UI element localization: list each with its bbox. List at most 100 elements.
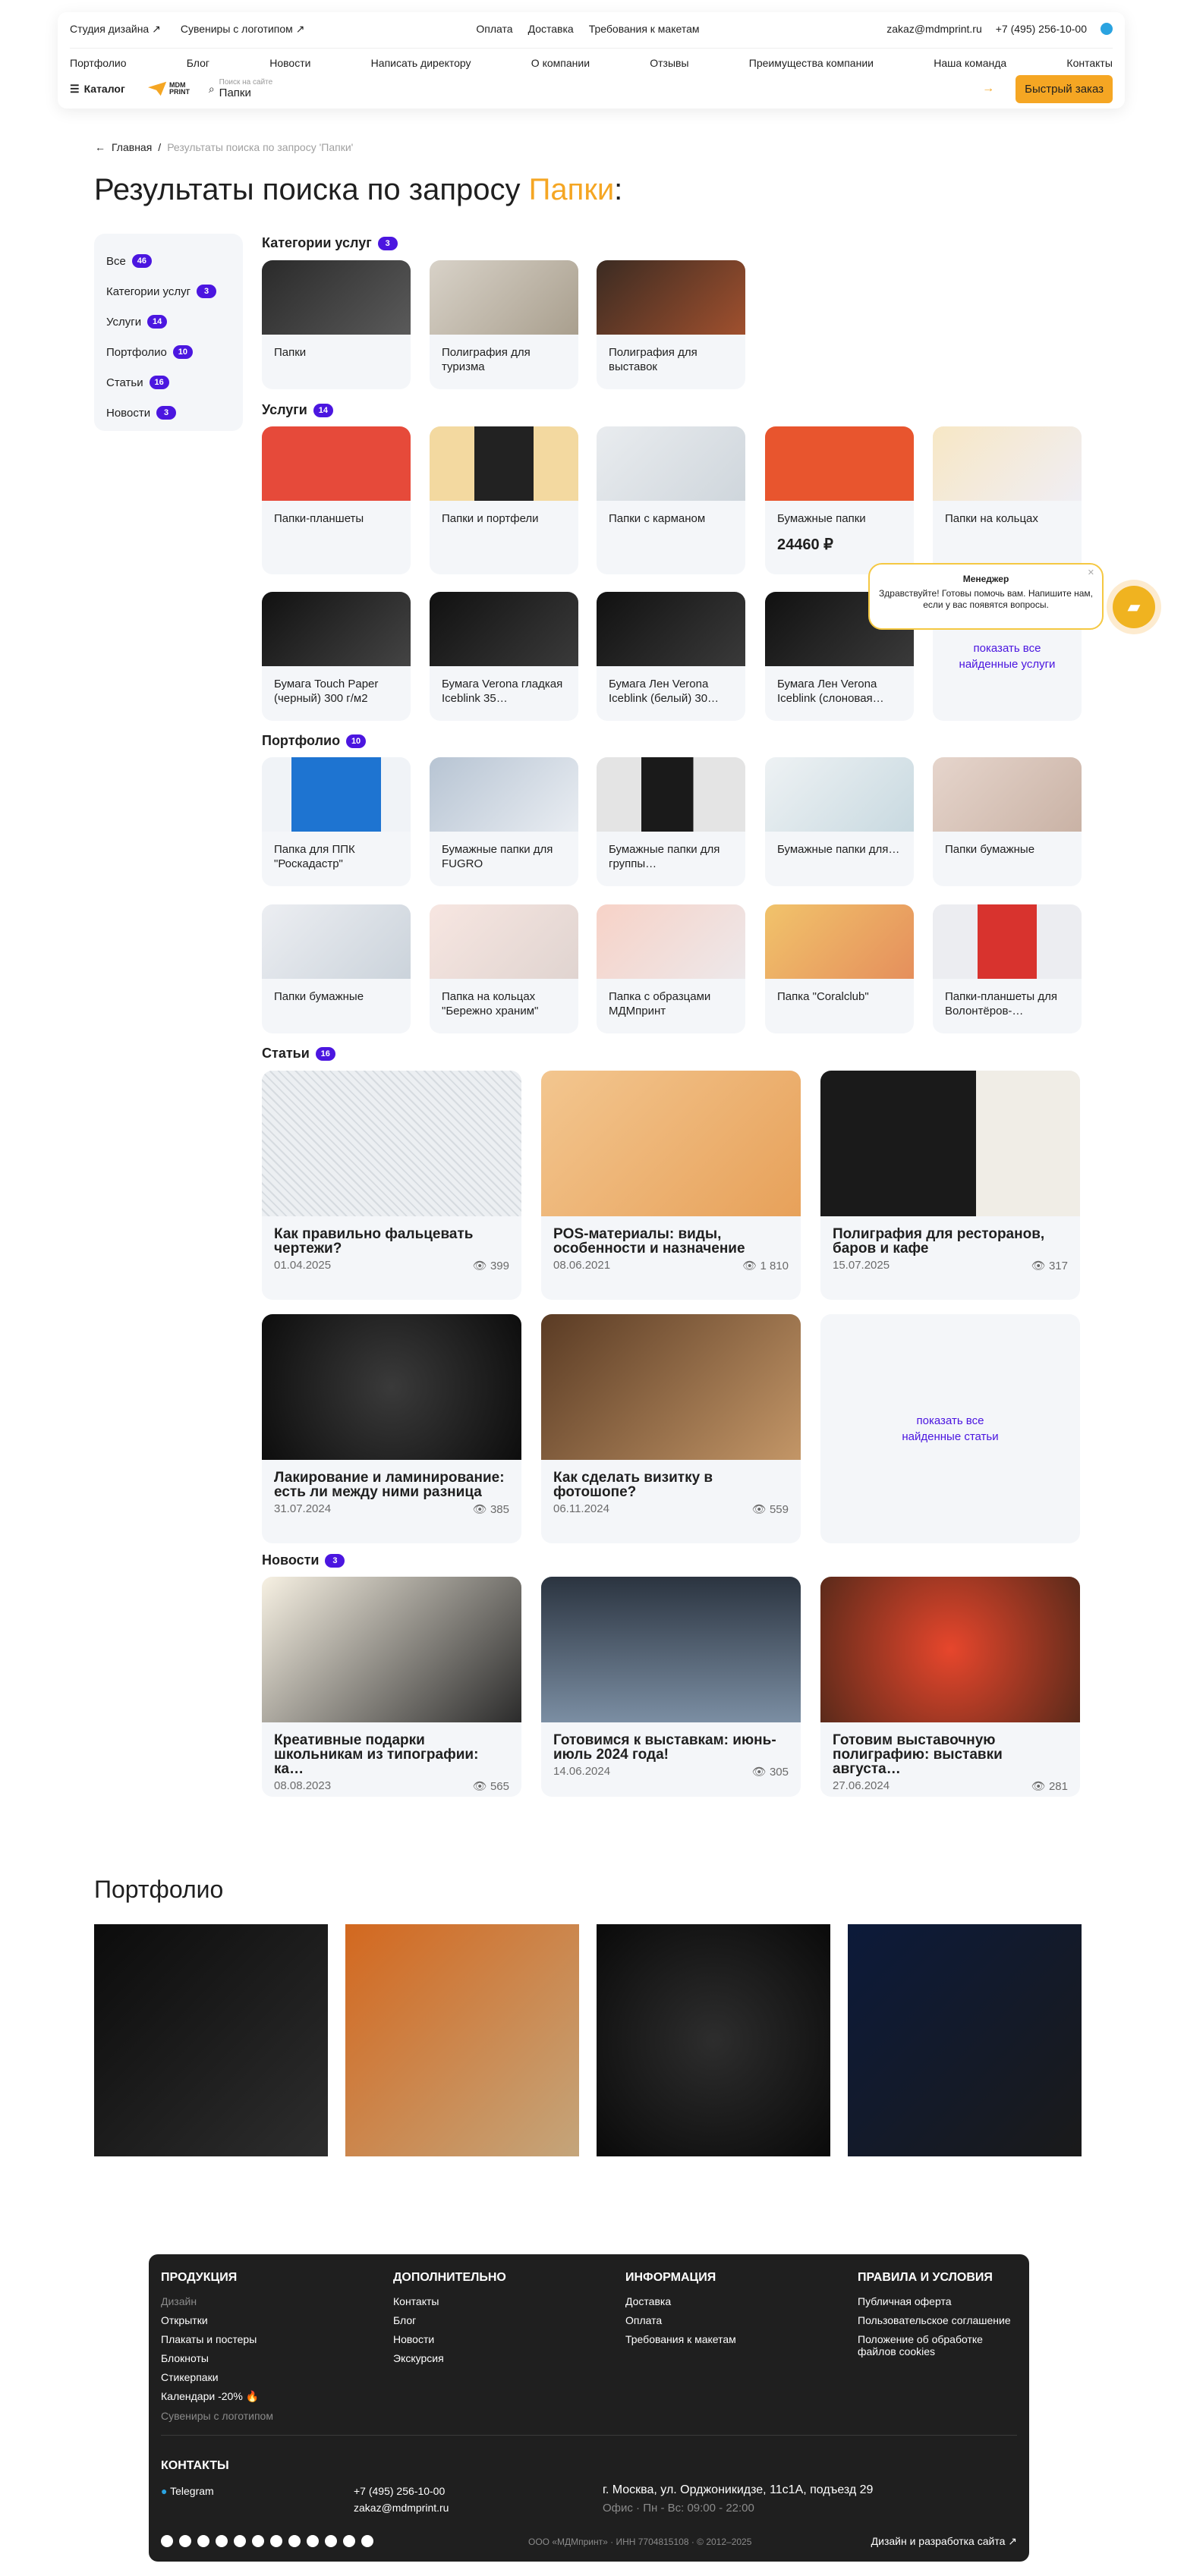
article-card[interactable]: Как сделать визитку в фотошопе? 06.11.202… xyxy=(541,1314,801,1543)
service-card[interactable]: Папки и портфели xyxy=(430,426,578,574)
footer-link[interactable]: Пользовательское соглашение xyxy=(858,2314,1017,2326)
portfolio-card[interactable]: Папки бумажные xyxy=(262,904,411,1033)
telegram-link[interactable]: ● Telegram xyxy=(161,2485,214,2497)
footer-link[interactable]: Сувениры с логотипом xyxy=(161,2410,373,2422)
service-card[interactable]: Папки на кольцах xyxy=(933,426,1082,574)
filter-portfolio[interactable]: Портфолио 10 xyxy=(106,337,231,367)
search-input[interactable]: ⌕ Поиск на сайте Папки → xyxy=(209,75,1003,102)
footer-link[interactable]: Доставка xyxy=(625,2295,838,2307)
whatsapp-icon[interactable] xyxy=(234,2535,246,2547)
service-card[interactable]: Папки-планшеты xyxy=(262,426,411,574)
tiktok-icon[interactable] xyxy=(307,2535,319,2547)
article-card[interactable]: Полиграфия для ресторанов, баров и кафе 1… xyxy=(820,1071,1080,1300)
article-card[interactable]: Лакирование и ламинирование: есть ли меж… xyxy=(262,1314,521,1543)
dribbble-icon[interactable] xyxy=(270,2535,282,2547)
footer-link[interactable]: Плакаты и постеры xyxy=(161,2333,373,2345)
souvenirs-link[interactable]: Сувениры с логотипом ↗ xyxy=(181,23,305,36)
close-icon[interactable]: ✕ xyxy=(1088,568,1094,579)
email-link[interactable]: zakaz@mdmprint.ru xyxy=(886,23,981,35)
service-card[interactable]: Бумага Лен Verona Iceblink (белый) 30… xyxy=(597,592,745,721)
phone-link[interactable]: +7 (495) 256-10-00 xyxy=(996,23,1087,35)
footer-link[interactable]: Открытки xyxy=(161,2314,373,2326)
portfolio-card[interactable]: Бумажные папки для… xyxy=(765,757,914,886)
footer-link[interactable]: Требования к макетам xyxy=(625,2333,838,2345)
requirements-link[interactable]: Требования к макетам xyxy=(589,23,700,35)
developer-link[interactable]: Дизайн и разработка сайта ↗ xyxy=(871,2535,1017,2548)
portfolio-card[interactable]: Папка "Coralclub" xyxy=(765,904,914,1033)
catalog-button[interactable]: ☰ Каталог xyxy=(70,83,125,96)
design-studio-link[interactable]: Студия дизайна ↗ xyxy=(70,23,161,36)
chat-bubble[interactable]: ✕ Менеджер Здравствуйте! Готовы помочь в… xyxy=(868,563,1104,630)
nav-blog[interactable]: Блог xyxy=(187,57,209,69)
filter-all[interactable]: Все 46 xyxy=(106,246,231,276)
nav-news[interactable]: Новости xyxy=(269,57,310,69)
rutube-icon[interactable] xyxy=(343,2535,355,2547)
service-card[interactable]: Бумажные папки 24460 ₽ xyxy=(765,426,914,574)
instagram-icon[interactable] xyxy=(197,2535,209,2547)
fast-order-button[interactable]: Быстрый заказ xyxy=(1016,74,1113,103)
back-arrow-icon[interactable]: ← xyxy=(95,141,105,153)
nav-about[interactable]: О компании xyxy=(531,57,590,69)
nav-advantages[interactable]: Преимущества компании xyxy=(749,57,874,69)
footer-link[interactable]: Экскурсия xyxy=(393,2352,606,2364)
footer-link[interactable]: Новости xyxy=(393,2333,606,2345)
arrow-right-icon[interactable]: → xyxy=(982,82,994,96)
footer-link[interactable]: Стикерпаки xyxy=(161,2371,373,2383)
footer-link[interactable]: Положение об обработке файлов cookies xyxy=(858,2333,1017,2357)
filter-categories[interactable]: Категории услуг 3 xyxy=(106,276,231,307)
filter-services[interactable]: Услуги 14 xyxy=(106,307,231,337)
site-logo[interactable]: MDM PRINT xyxy=(147,79,191,99)
portfolio-card[interactable]: Папка с образцами МДМпринт xyxy=(597,904,745,1033)
youtube-icon[interactable] xyxy=(216,2535,228,2547)
footer-link[interactable]: Оплата xyxy=(625,2314,838,2326)
filter-news[interactable]: Новости 3 xyxy=(106,398,231,428)
service-card[interactable]: Папки с карманом xyxy=(597,426,745,574)
pinterest-icon[interactable] xyxy=(288,2535,301,2547)
portfolio-card[interactable]: Папка для ППК "Роскадастр" xyxy=(262,757,411,886)
behance-icon[interactable] xyxy=(252,2535,264,2547)
portfolio-card[interactable]: Бумажные папки для FUGRO xyxy=(430,757,578,886)
footer-link[interactable]: Контакты xyxy=(393,2295,606,2307)
article-card[interactable]: POS-материалы: виды, особенности и назна… xyxy=(541,1071,801,1300)
footer-email[interactable]: zakaz@mdmprint.ru xyxy=(354,2502,449,2514)
footer-link[interactable]: Публичная оферта xyxy=(858,2295,1017,2307)
portfolio-card[interactable]: Папка на кольцах "Бережно храним" xyxy=(430,904,578,1033)
article-card[interactable]: Как правильно фальцевать чертежи? 01.04.2… xyxy=(262,1071,521,1300)
portfolio-image[interactable] xyxy=(94,1924,328,2156)
news-card[interactable]: Готовим выставочную полиграфию: выставки… xyxy=(820,1577,1080,1797)
portfolio-image[interactable] xyxy=(848,1924,1082,2156)
footer-link[interactable]: Блокноты xyxy=(161,2352,373,2364)
portfolio-image[interactable] xyxy=(597,1924,830,2156)
footer-link[interactable]: Блог xyxy=(393,2314,606,2326)
nav-portfolio[interactable]: Портфолио xyxy=(70,57,127,69)
footer-link[interactable]: Дизайн xyxy=(161,2295,373,2307)
category-card[interactable]: Полиграфия для выставок xyxy=(597,260,745,389)
news-card[interactable]: Креативные подарки школьникам из типогра… xyxy=(262,1577,521,1797)
dzen-icon[interactable] xyxy=(361,2535,373,2547)
service-card[interactable]: Бумага Verona гладкая Iceblink 35… xyxy=(430,592,578,721)
payment-link[interactable]: Оплата xyxy=(476,23,512,35)
chat-button[interactable]: ▰ xyxy=(1113,586,1155,628)
footer-phone[interactable]: +7 (495) 256-10-00 xyxy=(354,2485,445,2497)
filter-articles[interactable]: Статьи 16 xyxy=(106,367,231,398)
category-card[interactable]: Полиграфия для туризма xyxy=(430,260,578,389)
category-card[interactable]: Папки xyxy=(262,260,411,389)
portfolio-image[interactable] xyxy=(345,1924,579,2156)
show-all-articles-link[interactable]: показать все найденные статьи xyxy=(820,1314,1080,1543)
telegram-icon[interactable] xyxy=(1101,23,1113,35)
portfolio-card[interactable]: Папки-планшеты для Волонтёров-… xyxy=(933,904,1082,1033)
nav-reviews[interactable]: Отзывы xyxy=(650,57,688,69)
portfolio-card[interactable]: Бумажные папки для группы… xyxy=(597,757,745,886)
footer-link[interactable]: Календари -20% 🔥 xyxy=(161,2390,373,2403)
news-card[interactable]: Готовимся к выставкам: июнь-июль 2024 го… xyxy=(541,1577,801,1797)
vk-icon[interactable] xyxy=(179,2535,191,2547)
breadcrumb-home[interactable]: Главная xyxy=(112,141,152,153)
delivery-link[interactable]: Доставка xyxy=(528,23,574,35)
nav-team[interactable]: Наша команда xyxy=(934,57,1006,69)
service-card[interactable]: Бумага Touch Paper (черный) 300 г/м2 xyxy=(262,592,411,721)
ok-icon[interactable] xyxy=(325,2535,337,2547)
nav-write-director[interactable]: Написать директору xyxy=(371,57,471,69)
portfolio-card[interactable]: Папки бумажные xyxy=(933,757,1082,886)
nav-contacts[interactable]: Контакты xyxy=(1066,57,1112,69)
telegram-icon[interactable] xyxy=(161,2535,173,2547)
